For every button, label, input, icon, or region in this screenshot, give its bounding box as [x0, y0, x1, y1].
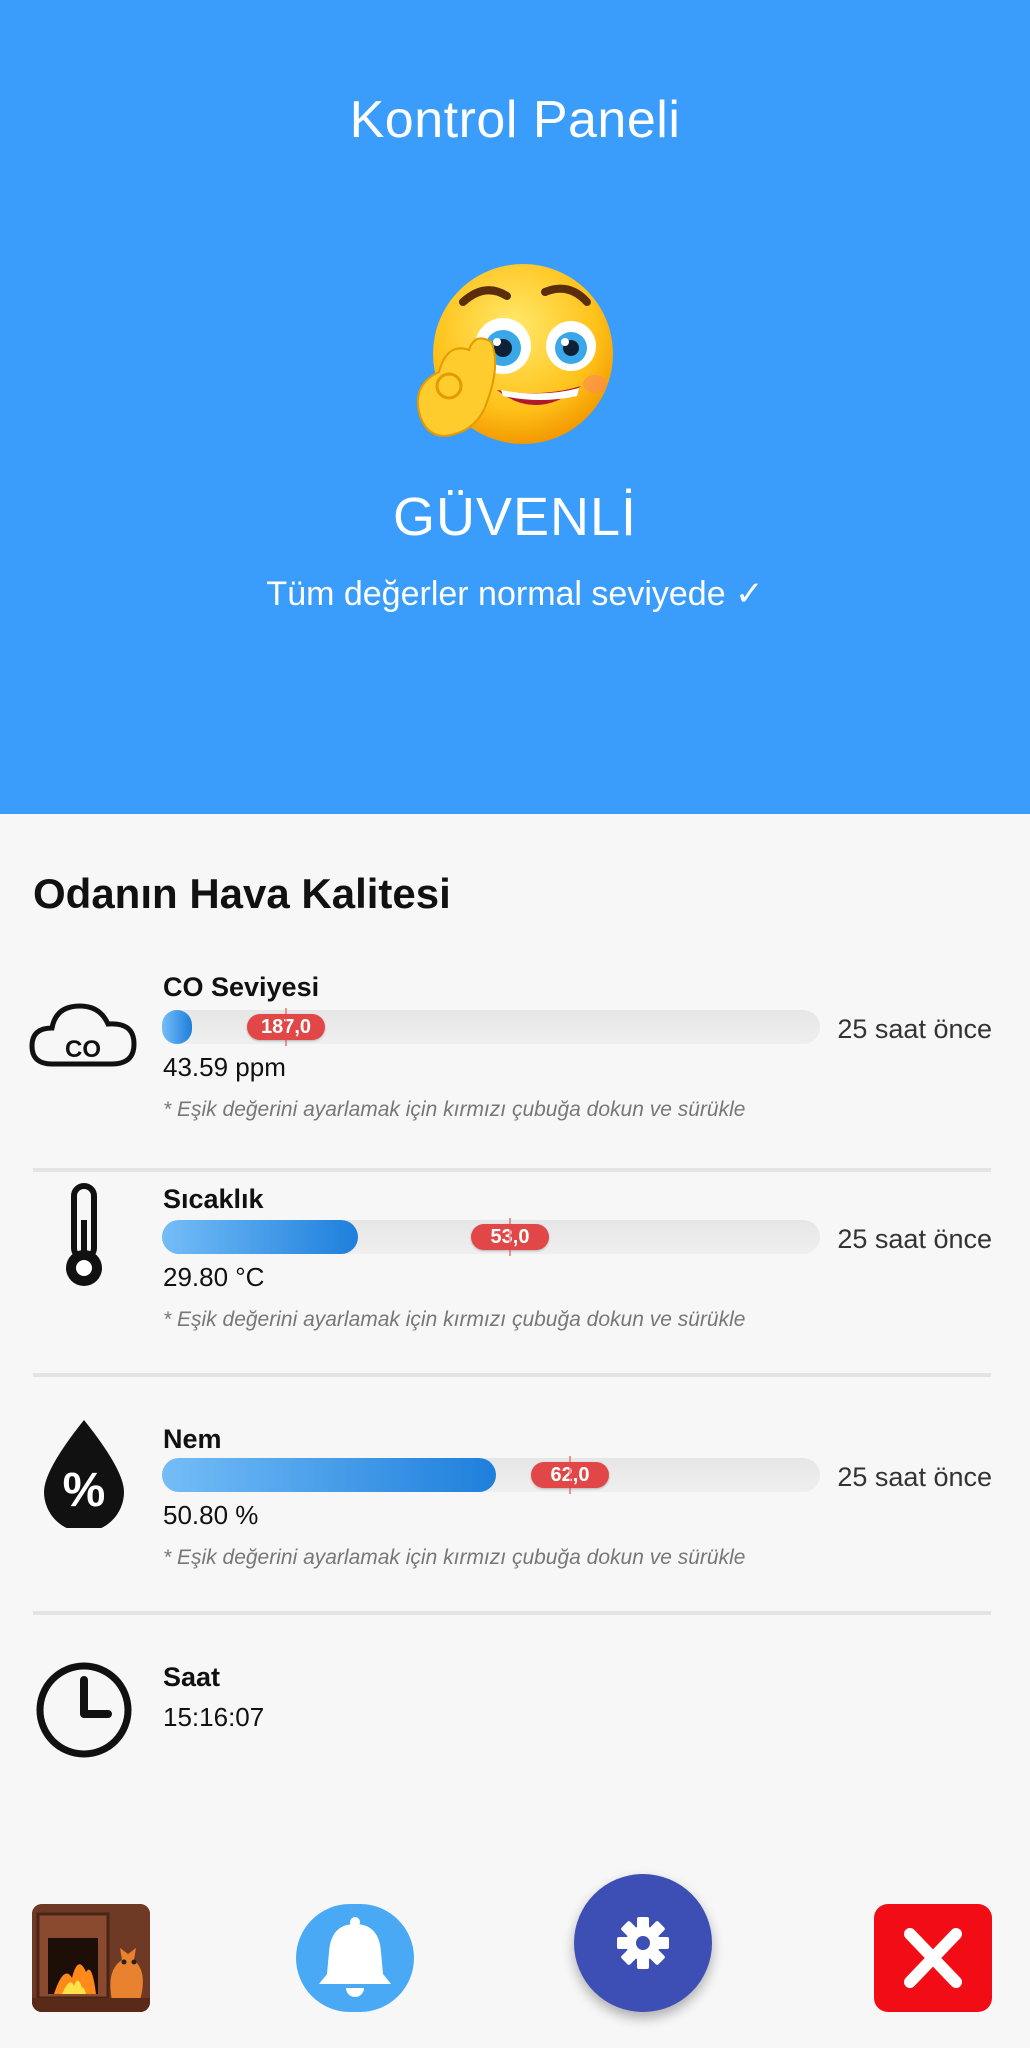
bottom-navigation [0, 1874, 1030, 2048]
humidity-drop-icon: % [28, 1416, 140, 1532]
threshold-hint: * Eşik değerini ayarlamak için kırmızı ç… [163, 1098, 746, 1121]
status-header: Kontrol Paneli GÜVENLİ Tüm değerler norm… [0, 0, 1030, 814]
settings-button[interactable] [574, 1874, 712, 2012]
divider [33, 1373, 991, 1377]
gear-icon [617, 1917, 669, 1969]
updated-time: 25 saat önce [837, 1224, 992, 1254]
thermometer-icon [28, 1180, 140, 1292]
level-slider[interactable]: 62,0 [162, 1456, 820, 1494]
threshold-handle[interactable]: 187,0 [247, 1008, 325, 1046]
level-fill [162, 1010, 192, 1044]
threshold-handle[interactable]: 62,0 [531, 1456, 609, 1494]
clock-label: Saat [163, 1662, 221, 1692]
close-icon [904, 1928, 962, 1988]
safety-status: GÜVENLİ [392, 487, 638, 547]
sensor-value: 50.80 % [163, 1500, 259, 1530]
close-button[interactable] [874, 1904, 992, 2012]
status-message: Tüm değerler normal seviyede ✓ [266, 575, 764, 613]
threshold-handle[interactable]: 53,0 [471, 1218, 549, 1256]
level-fill [162, 1220, 358, 1254]
fireplace-cat-icon [32, 1904, 150, 2012]
threshold-hint: * Eşik değerini ayarlamak için kırmızı ç… [163, 1308, 746, 1331]
clock-time: 15:16:07 [163, 1702, 265, 1732]
page-title: Kontrol Paneli [349, 91, 681, 149]
co-cloud-icon: CO [28, 980, 140, 1092]
notifications-button[interactable] [296, 1904, 414, 2012]
level-slider[interactable]: 53,0 [162, 1218, 820, 1256]
sensor-name: CO Seviyesi [163, 972, 320, 1002]
level-fill [162, 1458, 496, 1492]
sensor-temperature: Sıcaklık 53,0 25 saat önce 29.80 °C * Eş… [0, 1170, 1030, 1340]
divider [33, 1611, 991, 1615]
updated-time: 25 saat önce [837, 1014, 992, 1044]
svg-text:%: % [63, 1464, 106, 1517]
level-slider[interactable]: 187,0 [162, 1008, 820, 1046]
threshold-hint: * Eşik değerini ayarlamak için kırmızı ç… [163, 1546, 746, 1569]
ok-hand-smiley-emoji-icon [405, 262, 625, 462]
svg-text:CO: CO [65, 1036, 101, 1063]
sensor-co: CO CO Seviyesi 187,0 25 saat önce 43.59 … [0, 960, 1030, 1130]
section-title: Odanın Hava Kalitesi [33, 870, 451, 917]
fireplace-cat-button[interactable] [32, 1904, 150, 2012]
clock-icon [28, 1654, 140, 1766]
sensor-name: Sıcaklık [163, 1184, 264, 1214]
bell-icon [319, 1917, 391, 1997]
clock-row: Saat 15:16:07 [0, 1640, 1030, 1780]
sensor-value: 29.80 °C [163, 1262, 265, 1292]
updated-time: 25 saat önce [837, 1462, 992, 1492]
sensor-name: Nem [163, 1424, 222, 1454]
sensor-value: 43.59 ppm [163, 1052, 286, 1082]
sensor-humidity: % Nem 62,0 25 saat önce 50.80 % * Eşik d… [0, 1408, 1030, 1578]
